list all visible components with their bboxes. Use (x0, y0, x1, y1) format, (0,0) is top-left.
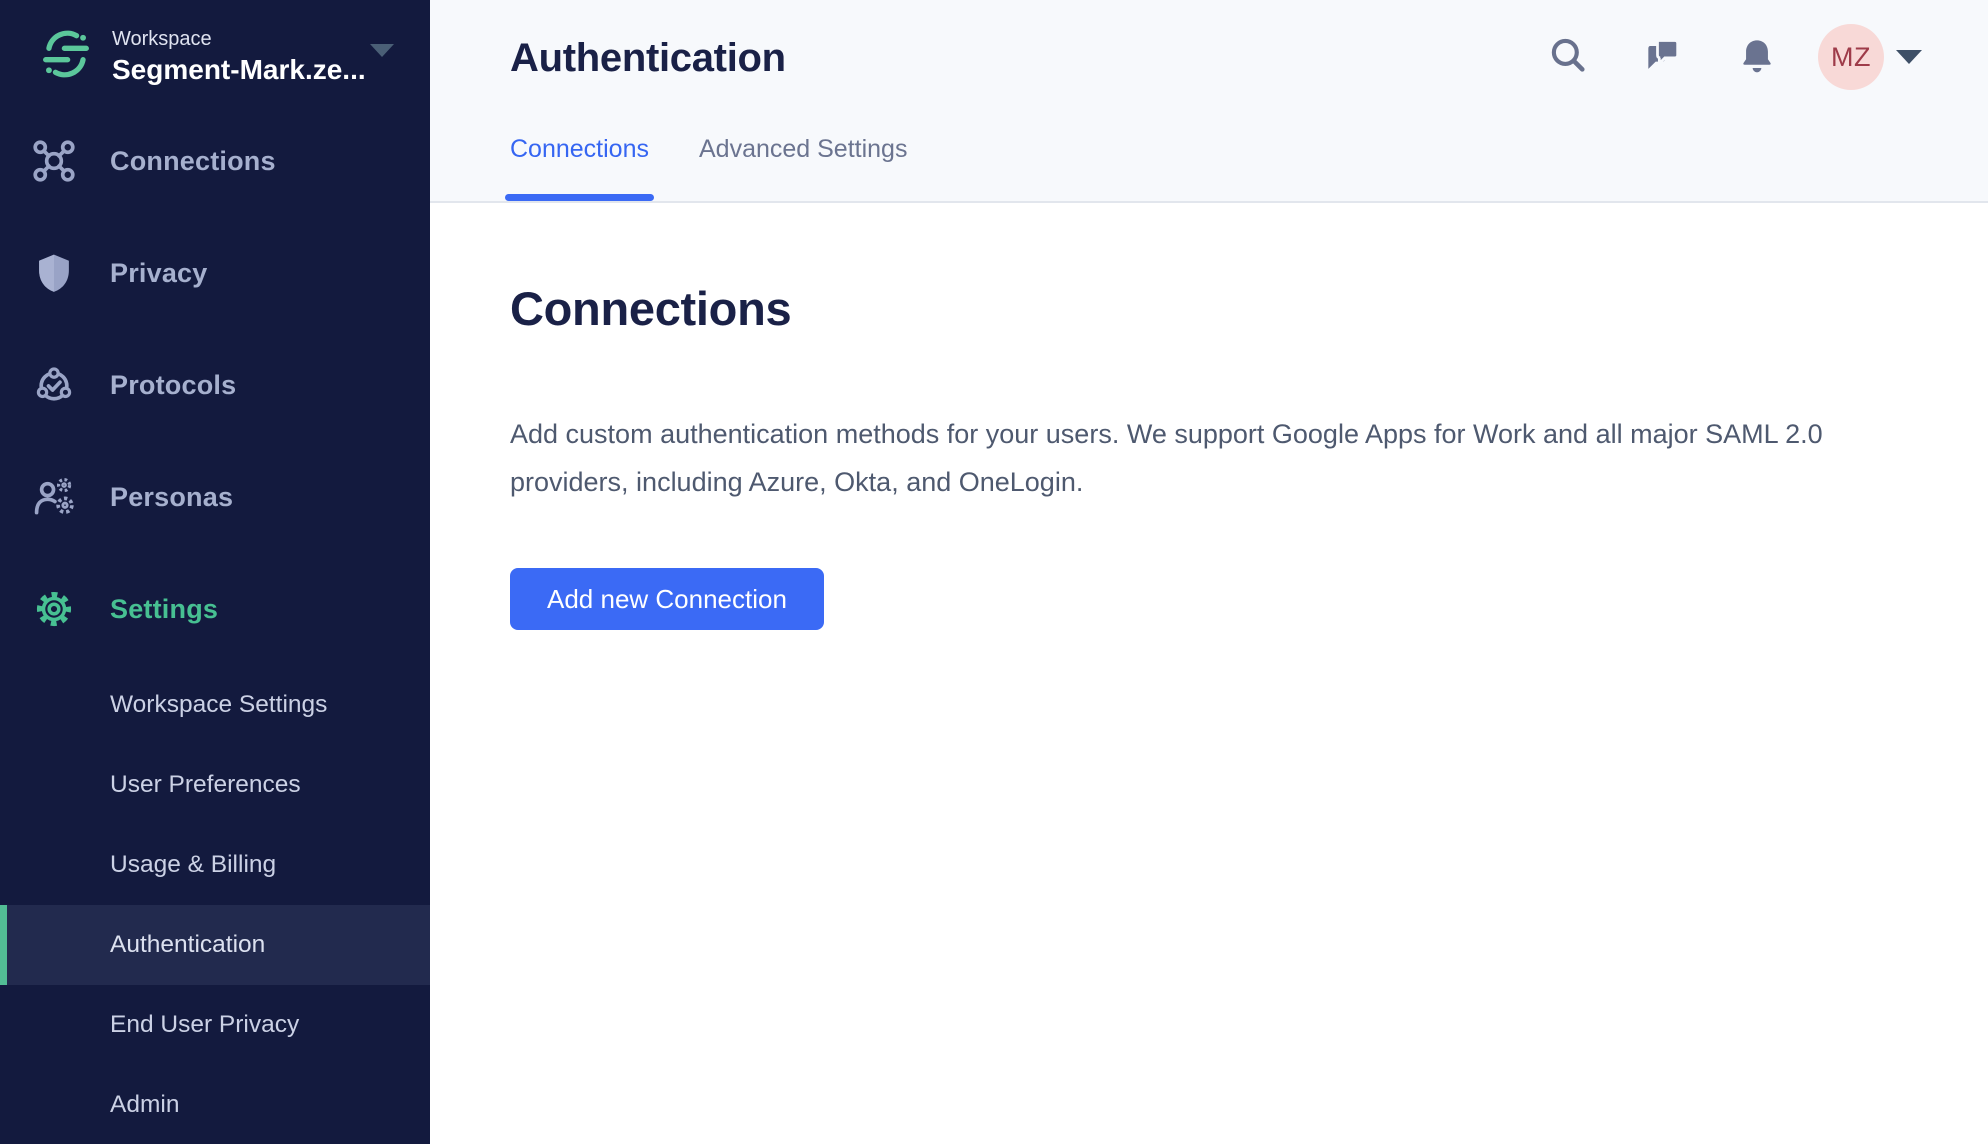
sidebar-item-personas[interactable]: Personas (0, 441, 430, 553)
sidebar-item-privacy[interactable]: Privacy (0, 217, 430, 329)
workspace-label: Workspace (112, 26, 366, 52)
tab-bar: Connections Advanced Settings (510, 134, 907, 201)
workspace-switcher[interactable]: Workspace Segment-Mark.ze... (0, 0, 430, 105)
section-description: Add custom authentication methods for yo… (510, 410, 1908, 506)
sidebar-subitem-label: Usage & Billing (110, 851, 276, 879)
workspace-name: Segment-Mark.ze... (112, 52, 366, 88)
sidebar-subitem-usage-billing[interactable]: Usage & Billing (0, 825, 430, 905)
sidebar-subitem-label: Workspace Settings (110, 691, 327, 719)
segment-logo-icon (40, 28, 92, 80)
sidebar-nav: Connections Privacy Proto (0, 105, 430, 1144)
sidebar-subitem-user-preferences[interactable]: User Preferences (0, 745, 430, 825)
sidebar-subitem-label: Admin (110, 1091, 179, 1119)
sidebar-item-label: Protocols (110, 370, 236, 401)
sidebar-subitem-label: Authentication (110, 931, 265, 959)
workspace-caret-icon[interactable] (370, 44, 394, 58)
chat-icon[interactable] (1641, 35, 1685, 79)
sidebar: Workspace Segment-Mark.ze... Conne (0, 0, 430, 1144)
header-actions: MZ (1547, 24, 1922, 90)
settings-gear-icon (32, 587, 76, 631)
sidebar-item-protocols[interactable]: Protocols (0, 329, 430, 441)
protocols-icon (32, 363, 76, 407)
sidebar-subitem-label: End User Privacy (110, 1011, 299, 1039)
main-area: Authentication Connections Advanced Sett… (430, 0, 1988, 1144)
sidebar-item-label: Connections (110, 146, 276, 177)
page-header: Authentication Connections Advanced Sett… (430, 0, 1988, 203)
privacy-shield-icon (32, 251, 76, 295)
search-icon[interactable] (1547, 35, 1591, 79)
avatar-initials: MZ (1831, 42, 1871, 73)
account-menu-caret-icon[interactable] (1896, 50, 1922, 65)
sidebar-item-settings[interactable]: Settings (0, 553, 430, 665)
sidebar-item-label: Privacy (110, 258, 207, 289)
notifications-bell-icon[interactable] (1735, 35, 1779, 79)
sidebar-subitem-admin[interactable]: Admin (0, 1065, 430, 1144)
page-title: Authentication (510, 36, 786, 80)
personas-icon (32, 475, 76, 519)
sidebar-item-label: Personas (110, 482, 233, 513)
sidebar-subitem-workspace-settings[interactable]: Workspace Settings (0, 665, 430, 745)
page-content: Connections Add custom authentication me… (430, 203, 1988, 630)
sidebar-subitem-authentication[interactable]: Authentication (0, 905, 430, 985)
sidebar-subitem-end-user-privacy[interactable]: End User Privacy (0, 985, 430, 1065)
avatar[interactable]: MZ (1818, 24, 1884, 90)
sidebar-item-label: Settings (110, 594, 218, 625)
tab-connections[interactable]: Connections (510, 134, 649, 201)
connections-icon (32, 139, 76, 183)
section-heading: Connections (510, 280, 1908, 338)
add-new-connection-button[interactable]: Add new Connection (510, 568, 824, 630)
sidebar-item-connections[interactable]: Connections (0, 105, 430, 217)
sidebar-subitem-label: User Preferences (110, 771, 301, 799)
tab-advanced-settings[interactable]: Advanced Settings (699, 134, 907, 201)
